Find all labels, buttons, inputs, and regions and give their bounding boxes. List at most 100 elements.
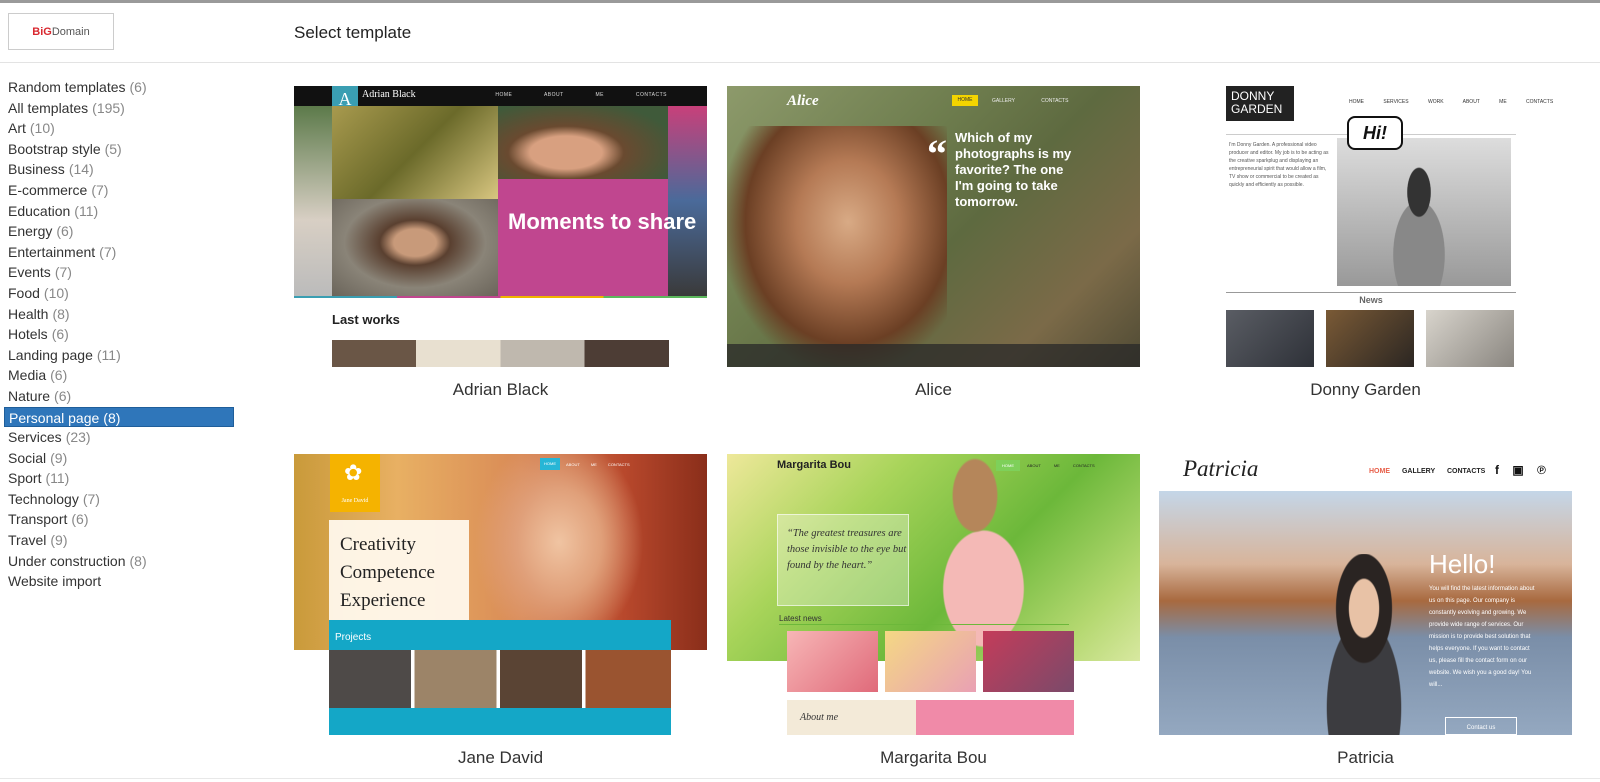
template-card-alice[interactable]: Alice HOME GALLERY CONTACTS “ Which of m…: [727, 86, 1140, 399]
category-label: Landing page: [8, 346, 93, 363]
category-label: Technology: [8, 490, 79, 507]
sidebar-category-nature[interactable]: Nature (6): [4, 386, 234, 407]
preview-body-text: You will find the latest information abo…: [1429, 586, 1535, 688]
sidebar-category-food[interactable]: Food (10): [4, 283, 234, 304]
category-count: (8): [129, 552, 147, 569]
template-name[interactable]: Jane David: [294, 748, 707, 768]
category-count: (11): [45, 470, 70, 487]
category-label: Hotels: [8, 326, 48, 343]
preview-quote: “The greatest treasures are those invisi…: [787, 528, 907, 571]
bigdomain-logo[interactable]: BiG Domain: [8, 13, 114, 50]
sidebar-category-bootstrap-style[interactable]: Bootstrap style (5): [4, 139, 234, 160]
preview-about-title: About me: [800, 712, 839, 723]
category-label: Random templates: [8, 79, 126, 95]
category-label: Personal page: [9, 409, 100, 426]
sidebar-category-technology[interactable]: Technology (7): [4, 489, 234, 510]
category-count: (10): [43, 284, 69, 301]
sidebar-category-events[interactable]: Events (7): [4, 262, 234, 283]
preview-news-thumb: [787, 631, 878, 692]
category-count: (10): [29, 120, 55, 137]
preview-section-title: Last works: [332, 312, 400, 327]
category-label: Art: [8, 120, 26, 137]
template-card-donny-garden[interactable]: DONNY GARDEN HOME SERVICES WORK ABOUT ME…: [1159, 86, 1572, 399]
preview-person-silhouette: [1374, 161, 1464, 286]
template-name[interactable]: Donny Garden: [1159, 380, 1572, 400]
category-count: (14): [68, 161, 94, 178]
logo-domain-text: Domain: [51, 25, 90, 38]
sidebar-category-energy[interactable]: Energy (6): [4, 221, 234, 242]
preview-quote: Which of my photographs is my favorite? …: [955, 130, 1072, 209]
category-label: Services: [8, 429, 62, 446]
template-name[interactable]: Margarita Bou: [727, 748, 1140, 768]
template-card-adrian-black[interactable]: A Adrian Black HOME ABOUT ME CONTACTS Mo…: [294, 86, 707, 399]
sidebar-category-sport[interactable]: Sport (11): [4, 468, 234, 489]
template-preview-adrian-black[interactable]: A Adrian Black HOME ABOUT ME CONTACTS Mo…: [294, 86, 707, 367]
preview-news-thumb: [1226, 310, 1314, 367]
category-label: Website import: [8, 573, 102, 590]
sidebar-category-under-construction[interactable]: Under construction (8): [4, 551, 234, 572]
category-count: (6): [50, 367, 68, 384]
template-name[interactable]: Patricia: [1159, 748, 1572, 768]
sidebar-category-health[interactable]: Health (8): [4, 304, 234, 325]
category-label: Energy: [8, 223, 53, 240]
preview-headline: Creativity Competence Experience: [340, 531, 435, 615]
sidebar-category-entertainment[interactable]: Entertainment (7): [4, 242, 234, 263]
sidebar-category-random-templates[interactable]: Random templates (6): [4, 77, 234, 98]
sidebar-category-landing-page[interactable]: Landing page (11): [4, 345, 234, 366]
preview-headline-box: [498, 179, 668, 296]
sidebar-category-education[interactable]: Education (11): [4, 201, 234, 222]
category-label: E-commerce: [8, 181, 88, 198]
sidebar-category-hotels[interactable]: Hotels (6): [4, 324, 234, 345]
preview-headline-line: Creativity: [340, 534, 416, 555]
preview-nav-links: ABOUT ME CONTACTS: [566, 462, 630, 467]
preview-section-title: News: [1226, 292, 1516, 305]
category-count: (7): [82, 490, 100, 507]
category-label: Media: [8, 367, 47, 384]
sidebar-category-media[interactable]: Media (6): [4, 365, 234, 386]
quote-icon: “: [927, 131, 947, 176]
category-count: (6): [129, 79, 147, 95]
template-preview-jane-david[interactable]: Jane David ✿ HOME ABOUT ME CONTACTS Crea…: [294, 454, 707, 735]
template-name[interactable]: Adrian Black: [294, 380, 707, 400]
template-card-patricia[interactable]: Patricia HOME GALLERY CONTACTS f ▣ ℗ Hel…: [1159, 454, 1572, 767]
category-label: Sport: [8, 470, 42, 487]
category-label: Under construction: [8, 552, 126, 569]
category-label: Events: [8, 264, 51, 281]
sidebar-category-all-templates[interactable]: All templates (195): [4, 98, 234, 119]
sidebar-category-art[interactable]: Art (10): [4, 118, 234, 139]
template-preview-patricia[interactable]: Patricia HOME GALLERY CONTACTS f ▣ ℗ Hel…: [1159, 454, 1572, 735]
sidebar-category-personal-page[interactable]: Personal page (8): [4, 406, 234, 428]
template-name[interactable]: Alice: [727, 380, 1140, 400]
bottom-divider: [0, 778, 1600, 779]
category-count: (195): [92, 99, 125, 116]
category-label: Transport: [8, 511, 68, 528]
preview-news-thumb: [885, 631, 976, 692]
category-count: (6): [54, 387, 72, 404]
page-title: Select template: [294, 23, 412, 42]
preview-headline-line: Competence: [340, 562, 435, 583]
preview-nav-home: HOME: [996, 460, 1020, 471]
sidebar-category-services[interactable]: Services (23): [4, 427, 234, 448]
logo-big-text: BiG: [32, 25, 52, 38]
category-sidebar: Random templates (6) All templates (195) Art…: [4, 77, 234, 592]
template-preview-margarita-bou[interactable]: Margarita Bou HOME ABOUT ME CONTACTS “Th…: [727, 454, 1140, 735]
category-label: Social: [8, 449, 47, 466]
sidebar-category-social[interactable]: Social (9): [4, 448, 234, 469]
preview-photo-wheat: [332, 106, 498, 199]
category-count: (9): [50, 532, 68, 549]
preview-nav-home: HOME: [1369, 468, 1390, 475]
template-preview-donny-garden[interactable]: DONNY GARDEN HOME SERVICES WORK ABOUT ME…: [1159, 86, 1572, 367]
sidebar-category-e-commerce[interactable]: E-commerce (7): [4, 180, 234, 201]
preview-photo-woman: [1299, 554, 1429, 735]
template-card-jane-david[interactable]: Jane David ✿ HOME ABOUT ME CONTACTS Crea…: [294, 454, 707, 767]
template-preview-alice[interactable]: Alice HOME GALLERY CONTACTS “ Which of m…: [727, 86, 1140, 367]
sidebar-category-travel[interactable]: Travel (9): [4, 530, 234, 551]
category-count: (6): [56, 223, 74, 240]
template-card-margarita-bou[interactable]: Margarita Bou HOME ABOUT ME CONTACTS “Th…: [727, 454, 1140, 767]
preview-nav-links: ABOUT ME CONTACTS: [1027, 463, 1095, 468]
sidebar-category-business[interactable]: Business (14): [4, 159, 234, 180]
preview-site-name: Patricia: [1183, 456, 1259, 481]
preview-site-name: Alice: [787, 93, 819, 109]
sidebar-category-transport[interactable]: Transport (6): [4, 509, 234, 530]
sidebar-category-website-import[interactable]: Website import: [4, 571, 234, 592]
